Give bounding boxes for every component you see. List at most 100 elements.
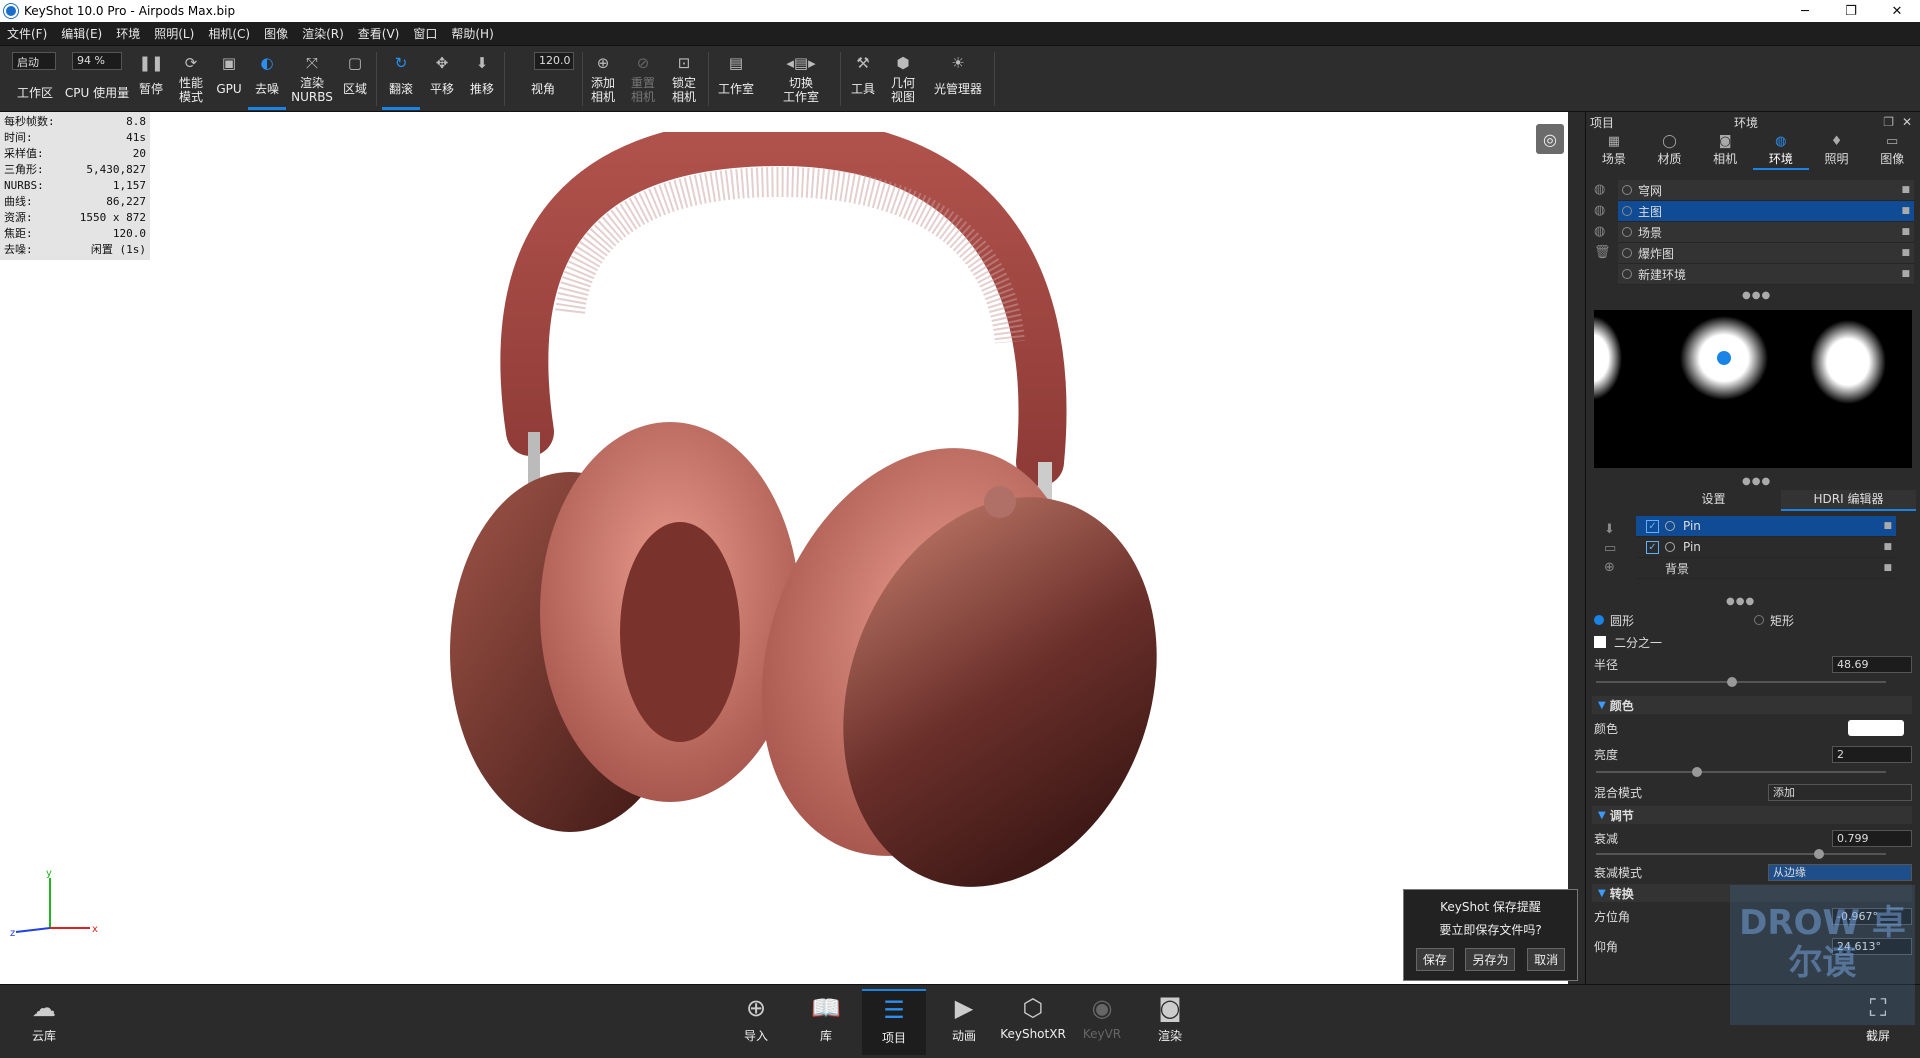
slider-knob[interactable] [1726, 677, 1737, 687]
gpu-button[interactable]: ▣ GPU [214, 46, 244, 110]
brightness-slider[interactable] [1596, 767, 1886, 777]
animation-button[interactable]: ▶ 动画 [932, 989, 996, 1055]
brightness-input[interactable]: 2 [1832, 745, 1912, 763]
falloff-slider[interactable] [1596, 849, 1886, 859]
falloff-mode-select[interactable]: 从边缘 [1768, 863, 1912, 881]
folder-icon[interactable]: ▭ [1604, 541, 1616, 556]
perf-mode-button[interactable]: ⟳ 性能 模式 [172, 46, 210, 110]
render-button[interactable]: ◙ 渲染 [1138, 989, 1202, 1055]
menu-file[interactable]: 文件(F) [0, 25, 54, 42]
tab-hdri-editor[interactable]: HDRI 编辑器 [1781, 490, 1916, 511]
more-dots-icon[interactable]: ●●● [1742, 476, 1771, 487]
lock-icon[interactable]: ■ [1901, 227, 1910, 237]
switch-studio-button[interactable]: ◂▤▸ 切换 工作室 [774, 46, 828, 110]
menu-camera[interactable]: 相机(C) [201, 25, 257, 42]
panel-close-icon[interactable]: ✕ [1902, 115, 1912, 129]
list-item[interactable]: 主图 ■ [1618, 201, 1914, 222]
cancel-button[interactable]: 取消 [1527, 948, 1566, 971]
list-item[interactable]: ✓ Pin ■ [1636, 537, 1896, 558]
cloud-library-button[interactable]: ☁ 云库 [12, 989, 76, 1055]
tab-scene[interactable]: ▦ 场景 [1586, 134, 1642, 170]
blend-mode-select[interactable]: 添加 [1768, 783, 1912, 801]
save-button[interactable]: 保存 [1415, 948, 1454, 971]
viewport-settings-icon[interactable]: ◎ [1536, 124, 1564, 154]
lock-icon[interactable]: ■ [1883, 542, 1892, 552]
import-button[interactable]: ⊕ 导入 [724, 989, 788, 1055]
project-button[interactable]: ☰ 项目 [862, 989, 926, 1055]
edit-environment-icon[interactable]: ◍ [1594, 224, 1611, 239]
lock-icon[interactable]: ■ [1901, 206, 1910, 216]
lock-icon[interactable]: ■ [1901, 185, 1910, 195]
save-as-button[interactable]: 另存为 [1465, 948, 1516, 971]
falloff-input[interactable]: 0.799 [1832, 829, 1912, 847]
region-button[interactable]: ▢ 区域 [338, 46, 372, 110]
minimize-button[interactable]: ─ [1782, 0, 1828, 22]
tab-image[interactable]: ▭ 图像 [1864, 134, 1920, 170]
lock-icon[interactable]: ■ [1883, 521, 1892, 531]
tab-environment[interactable]: ◍ 环境 [1753, 134, 1809, 170]
pan-button[interactable]: ✥ 平移 [424, 46, 460, 110]
add-environment-icon[interactable]: ◍ [1594, 182, 1611, 197]
lock-camera-button[interactable]: ⊡ 锁定 相机 [666, 46, 702, 110]
target-icon[interactable]: ⊕ [1604, 560, 1616, 575]
dolly-button[interactable]: ⬇ 推移 [464, 46, 500, 110]
menu-view[interactable]: 查看(V) [351, 25, 407, 42]
more-dots-icon[interactable]: ●●● [1742, 290, 1771, 301]
tumble-button[interactable]: ↻ 翻滚 [382, 46, 420, 110]
pause-button[interactable]: ❚❚ 暂停 [134, 46, 168, 110]
download-icon[interactable]: ⬇ [1604, 522, 1616, 537]
undock-icon[interactable]: ❐ [1883, 115, 1894, 129]
tools-button[interactable]: ⚒ 工具 [846, 46, 880, 110]
half-checkbox[interactable] [1594, 636, 1606, 648]
reset-camera-button[interactable]: ⊘ 重置 相机 [626, 46, 660, 110]
tab-settings[interactable]: 设置 [1646, 490, 1781, 511]
studio-button[interactable]: ▤ 工作室 [714, 46, 758, 110]
list-item[interactable]: 穹网 ■ [1618, 180, 1914, 201]
visibility-checkbox[interactable]: ✓ [1646, 540, 1659, 554]
color-section-header[interactable]: ▼ 颜色 [1592, 696, 1912, 714]
color-swatch[interactable] [1848, 720, 1904, 736]
denoise-button[interactable]: ◐ 去噪 [248, 46, 286, 110]
lock-icon[interactable]: ■ [1901, 269, 1910, 279]
menu-render[interactable]: 渲染(R) [295, 25, 351, 42]
adjust-section-header[interactable]: ▼ 调节 [1592, 806, 1912, 824]
geometry-view-button[interactable]: ⬢ 几何 视图 [886, 46, 920, 110]
light-manager-button[interactable]: ☀ 光管理器 [928, 46, 988, 110]
circle-radio[interactable] [1594, 615, 1604, 625]
rect-radio[interactable] [1754, 615, 1764, 625]
close-button[interactable]: ✕ [1874, 0, 1920, 22]
menu-edit[interactable]: 编辑(E) [54, 25, 109, 42]
add-camera-button[interactable]: ⊕ 添加 相机 [586, 46, 620, 110]
view-angle-button[interactable]: 视角 [510, 46, 576, 110]
visibility-checkbox[interactable]: ✓ [1646, 519, 1659, 533]
tab-camera[interactable]: ◙ 相机 [1697, 134, 1753, 170]
menu-help[interactable]: 帮助(H) [444, 25, 500, 42]
tab-lighting[interactable]: ♦ 照明 [1809, 134, 1865, 170]
keyvr-button[interactable]: ◉ KeyVR [1070, 989, 1134, 1055]
slider-knob[interactable] [1813, 849, 1824, 859]
menu-window[interactable]: 窗口 [406, 25, 444, 42]
list-item[interactable]: 场景 ■ [1618, 222, 1914, 243]
keyshotxr-button[interactable]: ⬡ KeyShotXR [1000, 989, 1066, 1055]
menu-lighting[interactable]: 照明(L) [147, 25, 201, 42]
menu-image[interactable]: 图像 [257, 25, 295, 42]
maximize-button[interactable]: ❐ [1828, 0, 1874, 22]
list-item[interactable]: 爆炸图 ■ [1618, 243, 1914, 264]
radius-input[interactable]: 48.69 [1832, 655, 1912, 673]
workspace-button[interactable]: 工作区 [12, 46, 58, 110]
render-nurbs-button[interactable]: ⤧ 渲染 NURBS [291, 46, 333, 110]
cpu-usage-button[interactable]: CPU 使用量 [64, 46, 130, 110]
tab-material[interactable]: ◯ 材质 [1642, 134, 1698, 170]
list-item[interactable]: 背景 ■ [1636, 558, 1896, 579]
lock-icon[interactable]: ■ [1883, 563, 1892, 573]
slider-knob[interactable] [1691, 767, 1702, 777]
more-dots-icon[interactable]: ●●● [1726, 596, 1755, 607]
lock-icon[interactable]: ■ [1901, 248, 1910, 258]
trash-icon[interactable]: 🗑 [1594, 245, 1611, 260]
render-viewport[interactable]: 每秒帧数: 8.8 时间: 41s 采样值: 20 三角形: 5,430,827 NUR… [0, 112, 1568, 984]
hdri-preview[interactable] [1594, 310, 1912, 468]
list-item[interactable]: 新建环境 ■ [1618, 264, 1914, 285]
pin-marker[interactable] [1717, 351, 1731, 365]
radius-slider[interactable] [1596, 677, 1886, 687]
duplicate-environment-icon[interactable]: ◍ [1594, 203, 1611, 218]
